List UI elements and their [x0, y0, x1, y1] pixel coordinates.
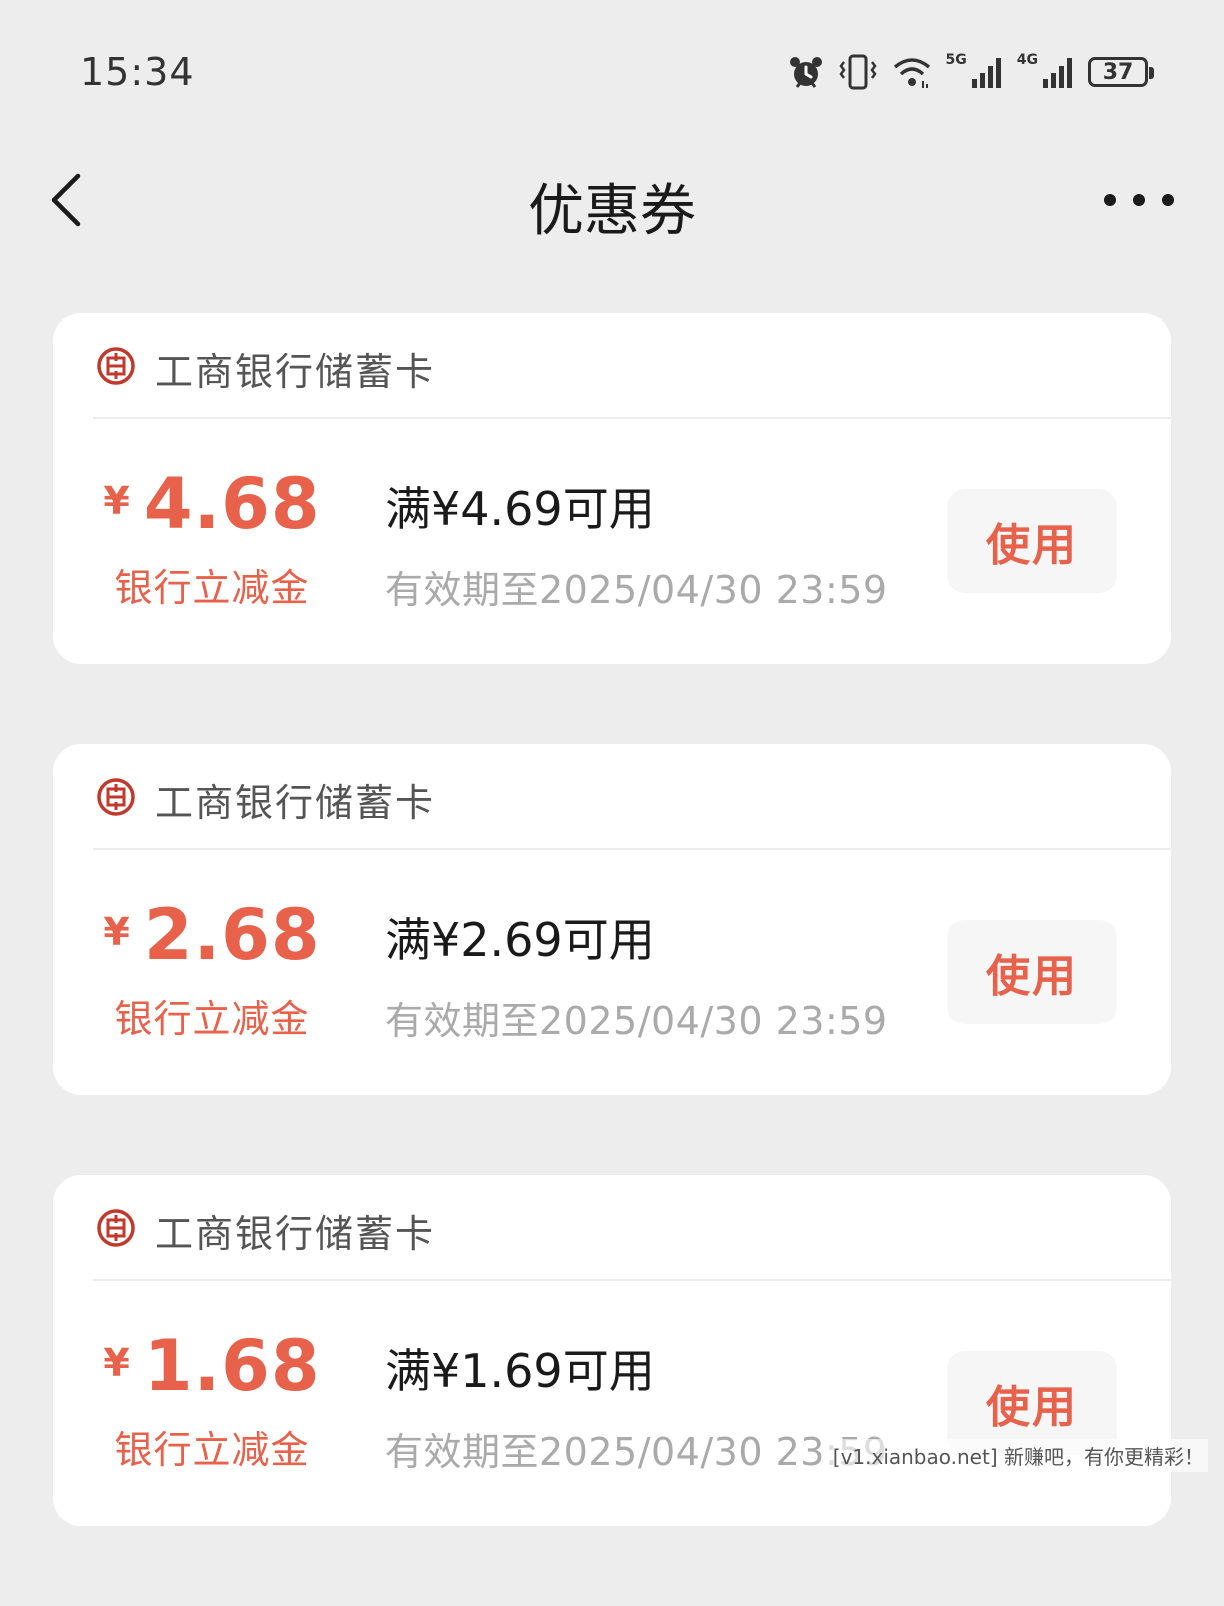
currency-symbol: ¥: [103, 910, 130, 954]
net2-label: 4G: [1016, 52, 1038, 68]
coupon-amount: ¥ 4.68: [93, 463, 331, 545]
coupon-validity: 有效期至2025/04/30 23:59: [385, 1430, 888, 1474]
watermark: [v1.xianbao.net] 新赚吧，有你更精彩！: [828, 1439, 1208, 1472]
currency-symbol: ¥: [103, 479, 130, 523]
use-button[interactable]: 使用: [947, 489, 1117, 593]
bank-name: 工商银行储蓄卡: [155, 350, 436, 394]
amount-block: ¥ 1.68 银行立减金: [93, 1325, 331, 1474]
use-button[interactable]: 使用: [947, 920, 1117, 1024]
signal-5g-icon: [971, 55, 1003, 89]
coupon-card: 工商银行储蓄卡 ¥ 2.68 银行立减金 满¥2.69可用 有效期至2025/0…: [53, 744, 1171, 1095]
icbc-logo-icon: [97, 347, 135, 385]
status-icons: 5G 4G 37: [788, 50, 1154, 94]
page-title: 优惠券: [528, 179, 696, 244]
wifi-icon: [892, 55, 932, 89]
amount-value: 2.68: [143, 894, 321, 976]
icbc-logo-icon: [97, 778, 135, 816]
amount-value: 1.68: [143, 1325, 321, 1407]
coupon-card: 工商银行储蓄卡 ¥ 4.68 银行立减金 满¥4.69可用 有效期至2025/0…: [53, 313, 1171, 664]
coupon-card: 工商银行储蓄卡 ¥ 1.68 银行立减金 满¥1.69可用 有效期至2025/0…: [53, 1175, 1171, 1526]
coupon-type: 银行立减金: [114, 1428, 310, 1472]
amount-block: ¥ 2.68 银行立减金: [93, 894, 331, 1043]
currency-symbol: ¥: [103, 1341, 130, 1385]
coupon-validity: 有效期至2025/04/30 23:59: [385, 999, 888, 1043]
status-time: 15:34: [80, 50, 195, 94]
bank-name: 工商银行储蓄卡: [155, 1212, 436, 1256]
coupon-condition: 满¥1.69可用: [385, 1344, 655, 1398]
amount-value: 4.68: [143, 463, 321, 545]
coupon-type: 银行立减金: [114, 566, 310, 610]
card-header: 工商银行储蓄卡: [93, 744, 1171, 850]
battery-icon: 37: [1088, 57, 1154, 87]
coupon-amount: ¥ 1.68: [93, 1325, 331, 1407]
coupon-list: 工商银行储蓄卡 ¥ 4.68 银行立减金 满¥4.69可用 有效期至2025/0…: [53, 313, 1171, 1606]
icbc-logo-icon: [97, 1209, 135, 1247]
net1-label: 5G: [945, 52, 967, 68]
amount-block: ¥ 4.68 银行立减金: [93, 463, 331, 612]
card-header: 工商银行储蓄卡: [93, 313, 1171, 419]
coupon-amount: ¥ 2.68: [93, 894, 331, 976]
nav-bar: 优惠券: [0, 150, 1224, 250]
vibrate-icon: [838, 53, 878, 91]
signal-4g-icon: [1042, 55, 1074, 89]
coupon-condition: 满¥2.69可用: [385, 913, 655, 967]
status-bar: 15:34 5G 4G 37: [0, 0, 1224, 140]
coupon-condition: 满¥4.69可用: [385, 482, 655, 536]
coupon-type: 银行立减金: [114, 997, 310, 1041]
bank-name: 工商银行储蓄卡: [155, 781, 436, 825]
card-header: 工商银行储蓄卡: [93, 1175, 1171, 1281]
coupon-validity: 有效期至2025/04/30 23:59: [385, 568, 888, 612]
more-dots-icon: [1104, 194, 1116, 206]
more-button[interactable]: [1104, 180, 1174, 220]
alarm-icon: [788, 54, 824, 90]
